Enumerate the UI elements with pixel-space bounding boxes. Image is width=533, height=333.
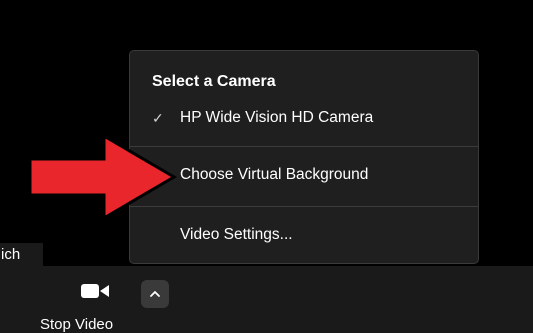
menu-item-hp-wide-vision-camera[interactable]: ✓ HP Wide Vision HD Camera [130, 101, 478, 135]
menu-item-label: HP Wide Vision HD Camera [180, 109, 374, 126]
participant-name-tag: ich [0, 243, 43, 267]
stop-video-label[interactable]: Stop Video [40, 316, 113, 333]
chevron-up-icon [150, 291, 160, 297]
meeting-toolbar: Stop Video [0, 266, 533, 333]
red-arrow-annotation [28, 133, 177, 221]
menu-item-video-settings[interactable]: Video Settings... [130, 218, 478, 252]
video-options-caret-button[interactable] [141, 280, 169, 308]
menu-title: Select a Camera [152, 73, 276, 90]
menu-item-label: Video Settings... [180, 226, 293, 243]
video-camera-icon[interactable] [81, 280, 111, 302]
menu-item-label: Choose Virtual Background [180, 166, 369, 183]
video-control-group: Stop Video [14, 266, 169, 333]
checkmark-icon: ✓ [152, 110, 164, 126]
